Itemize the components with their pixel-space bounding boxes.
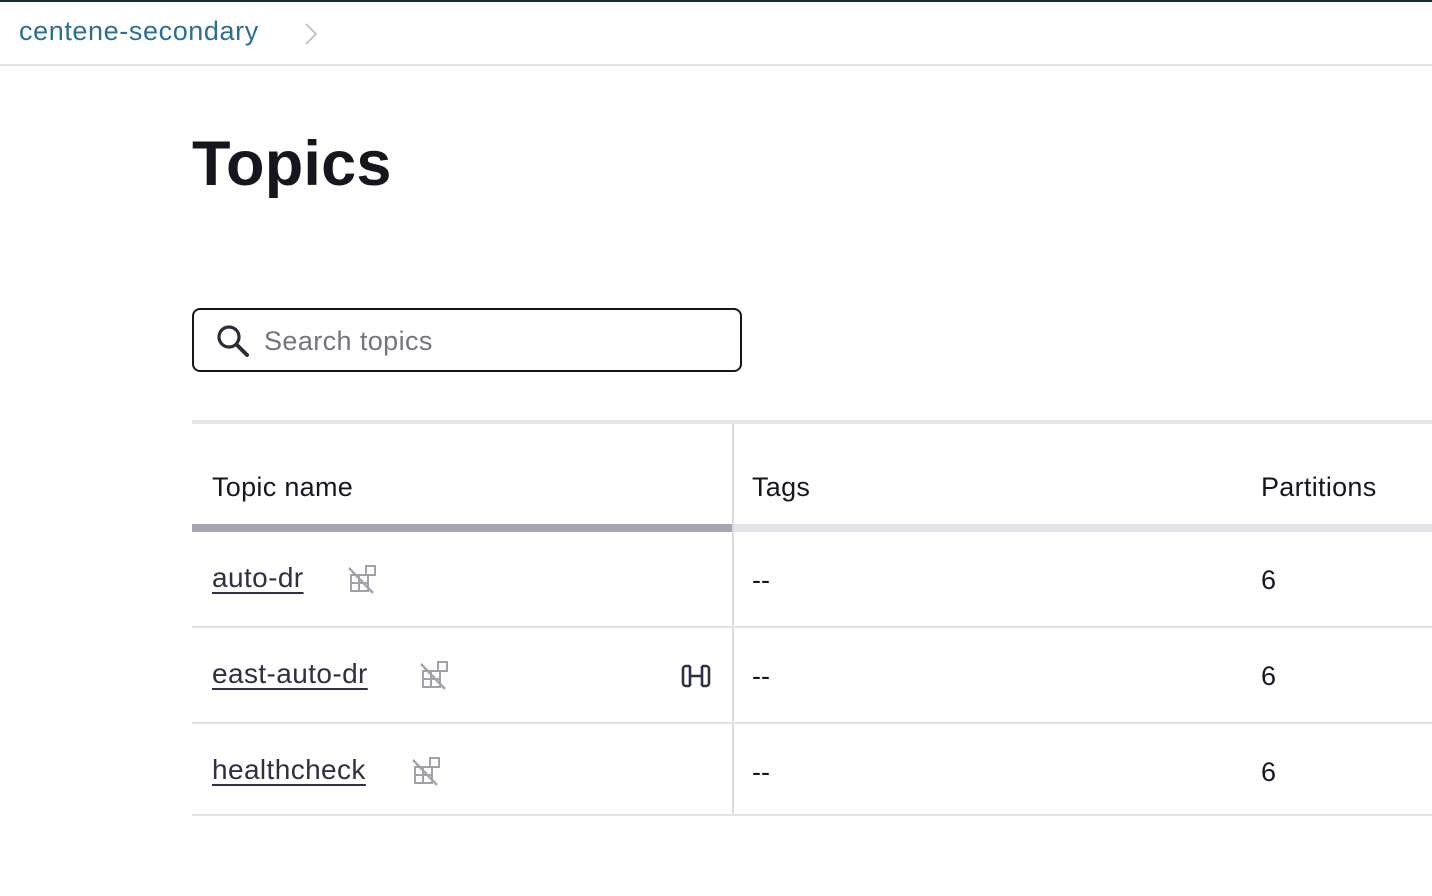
sort-indicator-bar xyxy=(192,524,732,532)
row-divider xyxy=(192,722,1432,724)
search-box xyxy=(192,308,742,372)
partitions-cell: 6 xyxy=(1261,757,1277,787)
column-header-tags[interactable]: Tags xyxy=(752,472,810,503)
topic-name-link[interactable]: auto-dr xyxy=(212,562,304,594)
no-schema-icon xyxy=(348,565,376,594)
topic-name-link[interactable]: healthcheck xyxy=(212,754,366,786)
breadcrumb: centene-secondary xyxy=(0,2,1432,66)
no-schema-icon xyxy=(420,661,448,690)
header-bottom-border xyxy=(734,524,1432,532)
breadcrumb-cluster-link[interactable]: centene-secondary xyxy=(19,16,259,47)
topics-table xyxy=(192,420,1432,816)
partitions-cell: 6 xyxy=(1261,661,1277,691)
tags-cell: -- xyxy=(752,757,770,787)
column-header-topic-name[interactable]: Topic name xyxy=(212,472,353,503)
search-icon xyxy=(217,325,249,357)
topic-name-link[interactable]: east-auto-dr xyxy=(212,658,368,690)
page-title: Topics xyxy=(192,129,392,199)
no-schema-icon xyxy=(412,757,440,786)
row-divider xyxy=(192,626,1432,628)
row-divider xyxy=(192,814,1432,816)
partitions-cell: 6 xyxy=(1261,565,1277,595)
table-top-border xyxy=(192,420,1432,424)
column-divider xyxy=(732,424,734,816)
search-input[interactable] xyxy=(262,318,726,364)
tags-cell: -- xyxy=(752,565,770,595)
cluster-link-icon[interactable] xyxy=(680,660,712,692)
chevron-right-icon xyxy=(305,23,318,45)
column-header-partitions[interactable]: Partitions xyxy=(1261,472,1377,503)
tags-cell: -- xyxy=(752,661,770,691)
